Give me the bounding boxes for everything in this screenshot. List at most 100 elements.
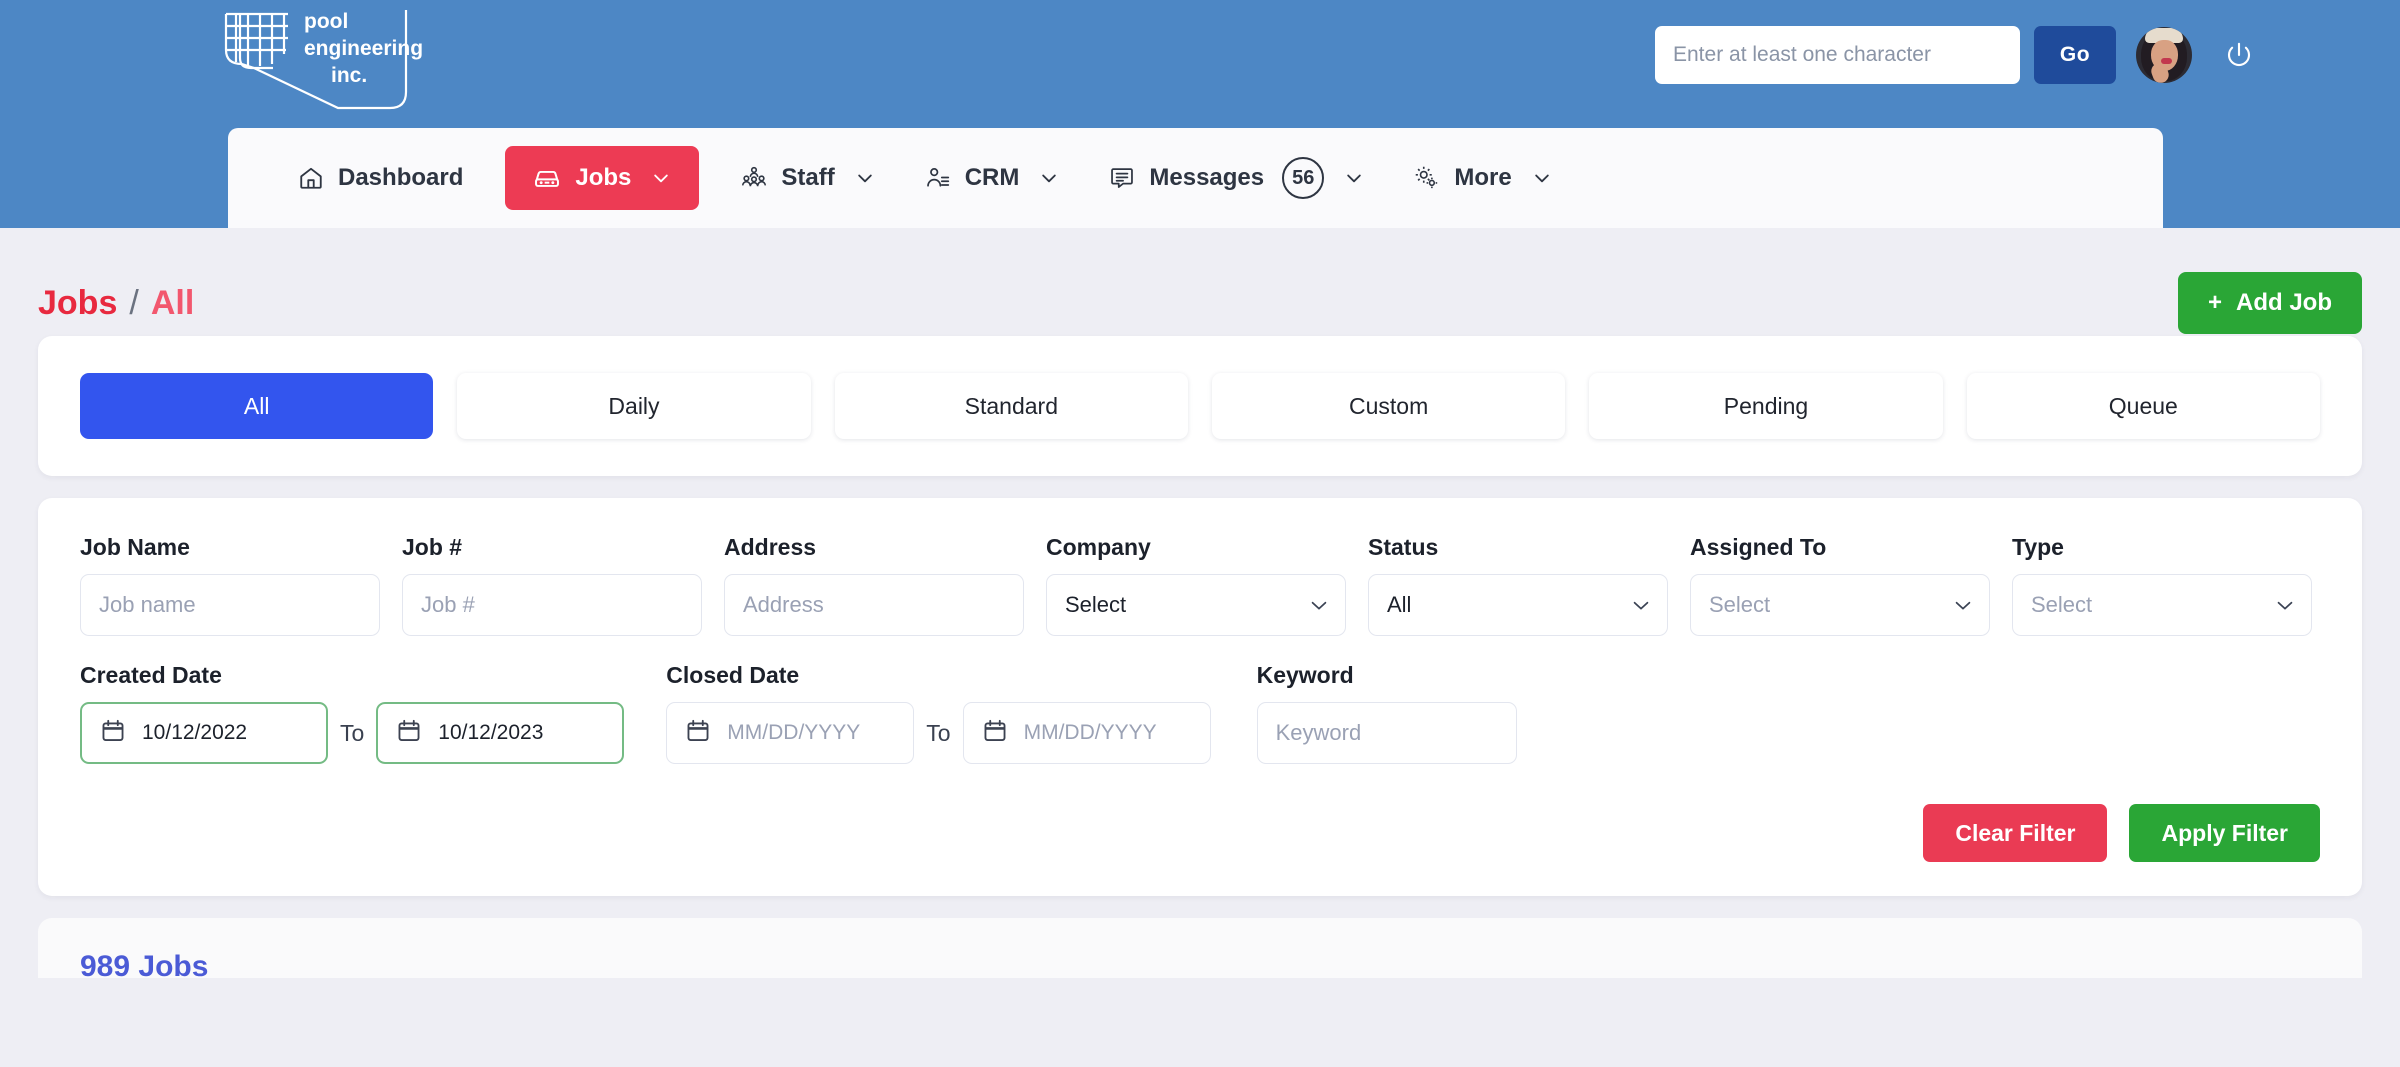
tab-queue[interactable]: Queue bbox=[1967, 373, 2320, 439]
search-go-button[interactable]: Go bbox=[2034, 26, 2116, 84]
field-company: Company Select bbox=[1046, 534, 1346, 636]
field-closed-date: Closed Date MM/DD/YYYY bbox=[666, 662, 1210, 764]
label-job-number: Job # bbox=[402, 534, 702, 561]
label-type: Type bbox=[2012, 534, 2312, 561]
field-address: Address bbox=[724, 534, 1024, 636]
job-number-input[interactable] bbox=[402, 574, 702, 636]
closed-date-from-input[interactable]: MM/DD/YYYY bbox=[666, 702, 914, 764]
chat-bubble-icon bbox=[1109, 165, 1135, 191]
filter-row-2: Created Date 10/12/2022 bbox=[80, 662, 2320, 764]
app-header: pool engineering inc. Go bbox=[0, 0, 2400, 228]
field-created-date: Created Date 10/12/2022 bbox=[80, 662, 624, 764]
gears-icon bbox=[1414, 165, 1440, 191]
tab-custom[interactable]: Custom bbox=[1212, 373, 1565, 439]
tab-all[interactable]: All bbox=[80, 373, 433, 439]
chevron-down-icon bbox=[855, 168, 875, 188]
job-type-tabs: All Daily Standard Custom Pending Queue bbox=[38, 336, 2362, 476]
created-date-from-value: 10/12/2022 bbox=[142, 721, 247, 745]
filter-actions: Clear Filter Apply Filter bbox=[80, 804, 2320, 862]
chevron-down-icon bbox=[1039, 168, 1059, 188]
messages-count-badge: 56 bbox=[1282, 157, 1324, 199]
field-assigned-to: Assigned To Select bbox=[1690, 534, 1990, 636]
label-assigned-to: Assigned To bbox=[1690, 534, 1990, 561]
calendar-icon bbox=[396, 718, 422, 749]
filter-panel: Job Name Job # Address Company Select bbox=[38, 498, 2362, 896]
closed-date-to-value: MM/DD/YYYY bbox=[1024, 721, 1157, 745]
nav-label-staff: Staff bbox=[781, 164, 834, 192]
nav-item-staff[interactable]: Staff bbox=[721, 146, 894, 210]
nav-label-dashboard: Dashboard bbox=[338, 164, 463, 192]
person-list-icon bbox=[925, 165, 951, 191]
clear-filter-button[interactable]: Clear Filter bbox=[1923, 804, 2107, 862]
nav-label-messages: Messages bbox=[1149, 164, 1264, 192]
calendar-icon bbox=[100, 718, 126, 749]
label-closed-date: Closed Date bbox=[666, 662, 1210, 689]
label-job-name: Job Name bbox=[80, 534, 380, 561]
label-created-date: Created Date bbox=[80, 662, 624, 689]
label-keyword: Keyword bbox=[1257, 662, 1517, 689]
page-header-row: Jobs / All + Add Job bbox=[0, 228, 2400, 336]
tab-standard[interactable]: Standard bbox=[835, 373, 1188, 439]
tab-pending[interactable]: Pending bbox=[1589, 373, 1942, 439]
home-icon bbox=[298, 165, 324, 191]
created-date-from-input[interactable]: 10/12/2022 bbox=[80, 702, 328, 764]
nav-label-jobs: Jobs bbox=[575, 164, 631, 192]
logo-text-line2: engineering bbox=[304, 37, 423, 60]
label-address: Address bbox=[724, 534, 1024, 561]
nav-item-messages[interactable]: Messages 56 bbox=[1089, 146, 1384, 210]
field-keyword: Keyword bbox=[1257, 662, 1517, 764]
calendar-icon bbox=[685, 718, 711, 749]
assigned-to-select[interactable]: Select bbox=[1690, 574, 1990, 636]
plus-icon: + bbox=[2208, 289, 2222, 317]
closed-date-separator: To bbox=[914, 720, 962, 747]
nav-label-crm: CRM bbox=[965, 164, 1020, 192]
breadcrumb-current: All bbox=[151, 284, 194, 323]
results-panel: 989 Jobs bbox=[38, 918, 2362, 978]
car-icon bbox=[533, 164, 561, 192]
user-avatar[interactable] bbox=[2136, 27, 2192, 83]
field-job-number: Job # bbox=[402, 534, 702, 636]
nav-item-crm[interactable]: CRM bbox=[905, 146, 1080, 210]
logo-text-line1: pool bbox=[304, 10, 348, 33]
breadcrumb: Jobs / All bbox=[38, 284, 194, 323]
field-type: Type Select bbox=[2012, 534, 2312, 636]
add-job-button[interactable]: + Add Job bbox=[2178, 272, 2362, 334]
page-body: Jobs / All + Add Job All Daily Standard … bbox=[0, 228, 2400, 1067]
closed-date-from-value: MM/DD/YYYY bbox=[727, 721, 860, 745]
header-search-area: Go bbox=[1655, 26, 2260, 84]
breadcrumb-root[interactable]: Jobs bbox=[38, 284, 117, 323]
address-input[interactable] bbox=[724, 574, 1024, 636]
main-navigation: Dashboard Jobs bbox=[228, 128, 2163, 228]
field-status: Status All bbox=[1368, 534, 1668, 636]
created-date-separator: To bbox=[328, 720, 376, 747]
nav-item-dashboard[interactable]: Dashboard bbox=[278, 146, 483, 210]
filter-row-1: Job Name Job # Address Company Select bbox=[80, 534, 2320, 636]
company-logo[interactable]: pool engineering inc. bbox=[218, 6, 448, 111]
field-job-name: Job Name bbox=[80, 534, 380, 636]
created-date-to-input[interactable]: 10/12/2023 bbox=[376, 702, 624, 764]
chevron-down-icon bbox=[651, 168, 671, 188]
logo-text-line3: inc. bbox=[331, 64, 367, 87]
job-name-input[interactable] bbox=[80, 574, 380, 636]
label-company: Company bbox=[1046, 534, 1346, 561]
closed-date-to-input[interactable]: MM/DD/YYYY bbox=[963, 702, 1211, 764]
type-select[interactable]: Select bbox=[2012, 574, 2312, 636]
power-icon[interactable] bbox=[2218, 34, 2260, 76]
nav-item-jobs[interactable]: Jobs bbox=[505, 146, 699, 210]
breadcrumb-separator: / bbox=[129, 284, 138, 323]
global-search-input[interactable] bbox=[1655, 26, 2020, 84]
calendar-icon bbox=[982, 718, 1008, 749]
results-count-title: 989 Jobs bbox=[80, 952, 2320, 978]
status-select[interactable]: All bbox=[1368, 574, 1668, 636]
keyword-input[interactable] bbox=[1257, 702, 1517, 764]
add-job-label: Add Job bbox=[2236, 289, 2332, 317]
chevron-down-icon bbox=[1532, 168, 1552, 188]
label-status: Status bbox=[1368, 534, 1668, 561]
people-group-icon bbox=[741, 165, 767, 191]
tab-daily[interactable]: Daily bbox=[457, 373, 810, 439]
company-select[interactable]: Select bbox=[1046, 574, 1346, 636]
nav-item-more[interactable]: More bbox=[1394, 146, 1571, 210]
apply-filter-button[interactable]: Apply Filter bbox=[2129, 804, 2320, 862]
nav-label-more: More bbox=[1454, 164, 1511, 192]
created-date-to-value: 10/12/2023 bbox=[438, 721, 543, 745]
